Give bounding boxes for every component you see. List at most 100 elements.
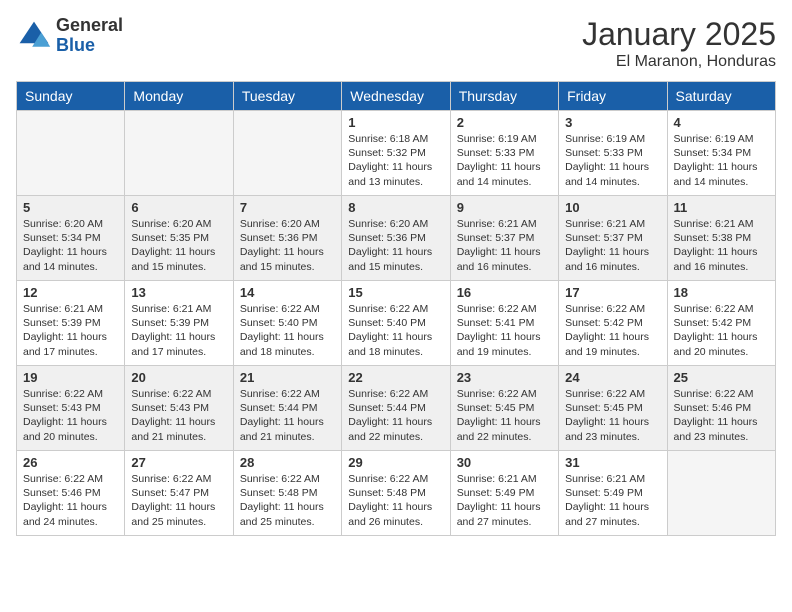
day-number: 15 <box>348 285 443 300</box>
day-info: Sunrise: 6:22 AM Sunset: 5:45 PM Dayligh… <box>457 387 552 444</box>
day-number: 28 <box>240 455 335 470</box>
header-saturday: Saturday <box>667 82 775 111</box>
day-number: 19 <box>23 370 118 385</box>
day-info: Sunrise: 6:22 AM Sunset: 5:42 PM Dayligh… <box>565 302 660 359</box>
logo: General Blue <box>16 16 123 56</box>
logo-general: General <box>56 16 123 36</box>
day-cell: 25 Sunrise: 6:22 AM Sunset: 5:46 PM Dayli… <box>667 366 775 451</box>
day-info: Sunrise: 6:21 AM Sunset: 5:49 PM Dayligh… <box>565 472 660 529</box>
day-cell: 22 Sunrise: 6:22 AM Sunset: 5:44 PM Dayli… <box>342 366 450 451</box>
day-cell: 26 Sunrise: 6:22 AM Sunset: 5:46 PM Dayli… <box>17 451 125 536</box>
day-number: 10 <box>565 200 660 215</box>
header-monday: Monday <box>125 82 233 111</box>
week-row-4: 19 Sunrise: 6:22 AM Sunset: 5:43 PM Dayli… <box>17 366 776 451</box>
week-row-5: 26 Sunrise: 6:22 AM Sunset: 5:46 PM Dayli… <box>17 451 776 536</box>
day-info: Sunrise: 6:22 AM Sunset: 5:43 PM Dayligh… <box>131 387 226 444</box>
day-info: Sunrise: 6:22 AM Sunset: 5:42 PM Dayligh… <box>674 302 769 359</box>
day-info: Sunrise: 6:22 AM Sunset: 5:43 PM Dayligh… <box>23 387 118 444</box>
day-number: 8 <box>348 200 443 215</box>
day-cell: 11Sunrise: 6:21 AM Sunset: 5:38 PM Dayli… <box>667 196 775 281</box>
day-number: 7 <box>240 200 335 215</box>
header-sunday: Sunday <box>17 82 125 111</box>
day-info: Sunrise: 6:22 AM Sunset: 5:40 PM Dayligh… <box>348 302 443 359</box>
day-number: 22 <box>348 370 443 385</box>
header-row: SundayMondayTuesdayWednesdayThursdayFrid… <box>17 82 776 111</box>
day-cell: 8Sunrise: 6:20 AM Sunset: 5:36 PM Daylig… <box>342 196 450 281</box>
day-cell: 7 Sunrise: 6:20 AM Sunset: 5:36 PM Daylig… <box>233 196 341 281</box>
day-cell <box>233 111 341 196</box>
day-info: Sunrise: 6:20 AM Sunset: 5:35 PM Dayligh… <box>131 217 226 274</box>
day-cell: 15 Sunrise: 6:22 AM Sunset: 5:40 PM Dayli… <box>342 281 450 366</box>
day-cell: 13Sunrise: 6:21 AM Sunset: 5:39 PM Dayli… <box>125 281 233 366</box>
day-cell: 19 Sunrise: 6:22 AM Sunset: 5:43 PM Dayli… <box>17 366 125 451</box>
day-info: Sunrise: 6:21 AM Sunset: 5:38 PM Dayligh… <box>674 217 769 274</box>
day-number: 13 <box>131 285 226 300</box>
calendar-title: January 2025 <box>582 16 776 53</box>
day-cell: 1 Sunrise: 6:18 AM Sunset: 5:32 PM Daylig… <box>342 111 450 196</box>
day-number: 21 <box>240 370 335 385</box>
day-info: Sunrise: 6:21 AM Sunset: 5:37 PM Dayligh… <box>565 217 660 274</box>
week-row-1: 1 Sunrise: 6:18 AM Sunset: 5:32 PM Daylig… <box>17 111 776 196</box>
calendar-subtitle: El Maranon, Honduras <box>582 53 776 71</box>
day-cell: 28Sunrise: 6:22 AM Sunset: 5:48 PM Dayli… <box>233 451 341 536</box>
day-number: 27 <box>131 455 226 470</box>
header-thursday: Thursday <box>450 82 558 111</box>
header-friday: Friday <box>559 82 667 111</box>
day-info: Sunrise: 6:20 AM Sunset: 5:34 PM Dayligh… <box>23 217 118 274</box>
day-number: 5 <box>23 200 118 215</box>
day-number: 17 <box>565 285 660 300</box>
week-row-3: 12Sunrise: 6:21 AM Sunset: 5:39 PM Dayli… <box>17 281 776 366</box>
day-number: 14 <box>240 285 335 300</box>
day-cell: 10 Sunrise: 6:21 AM Sunset: 5:37 PM Dayli… <box>559 196 667 281</box>
day-cell: 16Sunrise: 6:22 AM Sunset: 5:41 PM Dayli… <box>450 281 558 366</box>
day-info: Sunrise: 6:22 AM Sunset: 5:48 PM Dayligh… <box>348 472 443 529</box>
day-info: Sunrise: 6:22 AM Sunset: 5:40 PM Dayligh… <box>240 302 335 359</box>
calendar-body: 1 Sunrise: 6:18 AM Sunset: 5:32 PM Daylig… <box>17 111 776 536</box>
day-number: 1 <box>348 115 443 130</box>
logo-icon <box>16 18 52 54</box>
day-cell: 5 Sunrise: 6:20 AM Sunset: 5:34 PM Daylig… <box>17 196 125 281</box>
day-cell: 23 Sunrise: 6:22 AM Sunset: 5:45 PM Dayli… <box>450 366 558 451</box>
day-cell: 24Sunrise: 6:22 AM Sunset: 5:45 PM Dayli… <box>559 366 667 451</box>
day-number: 16 <box>457 285 552 300</box>
day-cell: 3Sunrise: 6:19 AM Sunset: 5:33 PM Daylig… <box>559 111 667 196</box>
day-cell: 31 Sunrise: 6:21 AM Sunset: 5:49 PM Dayli… <box>559 451 667 536</box>
day-cell: 18 Sunrise: 6:22 AM Sunset: 5:42 PM Dayli… <box>667 281 775 366</box>
day-cell: 6 Sunrise: 6:20 AM Sunset: 5:35 PM Daylig… <box>125 196 233 281</box>
day-info: Sunrise: 6:22 AM Sunset: 5:47 PM Dayligh… <box>131 472 226 529</box>
day-cell: 20 Sunrise: 6:22 AM Sunset: 5:43 PM Dayli… <box>125 366 233 451</box>
day-cell: 17 Sunrise: 6:22 AM Sunset: 5:42 PM Dayli… <box>559 281 667 366</box>
day-cell: 21 Sunrise: 6:22 AM Sunset: 5:44 PM Dayli… <box>233 366 341 451</box>
day-info: Sunrise: 6:21 AM Sunset: 5:49 PM Dayligh… <box>457 472 552 529</box>
day-info: Sunrise: 6:20 AM Sunset: 5:36 PM Dayligh… <box>240 217 335 274</box>
day-number: 31 <box>565 455 660 470</box>
day-number: 29 <box>348 455 443 470</box>
day-info: Sunrise: 6:22 AM Sunset: 5:46 PM Dayligh… <box>23 472 118 529</box>
day-info: Sunrise: 6:22 AM Sunset: 5:46 PM Dayligh… <box>674 387 769 444</box>
day-number: 26 <box>23 455 118 470</box>
day-info: Sunrise: 6:22 AM Sunset: 5:44 PM Dayligh… <box>240 387 335 444</box>
day-number: 23 <box>457 370 552 385</box>
page-header: General Blue January 2025 El Maranon, Ho… <box>16 16 776 71</box>
day-number: 20 <box>131 370 226 385</box>
day-cell: 4Sunrise: 6:19 AM Sunset: 5:34 PM Daylig… <box>667 111 775 196</box>
day-cell: 27 Sunrise: 6:22 AM Sunset: 5:47 PM Dayli… <box>125 451 233 536</box>
day-number: 6 <box>131 200 226 215</box>
day-info: Sunrise: 6:18 AM Sunset: 5:32 PM Dayligh… <box>348 132 443 189</box>
day-number: 18 <box>674 285 769 300</box>
week-row-2: 5 Sunrise: 6:20 AM Sunset: 5:34 PM Daylig… <box>17 196 776 281</box>
day-number: 25 <box>674 370 769 385</box>
header-tuesday: Tuesday <box>233 82 341 111</box>
day-info: Sunrise: 6:19 AM Sunset: 5:33 PM Dayligh… <box>457 132 552 189</box>
day-number: 3 <box>565 115 660 130</box>
day-number: 4 <box>674 115 769 130</box>
day-number: 30 <box>457 455 552 470</box>
day-cell: 30 Sunrise: 6:21 AM Sunset: 5:49 PM Dayli… <box>450 451 558 536</box>
day-number: 2 <box>457 115 552 130</box>
day-number: 12 <box>23 285 118 300</box>
day-cell: 2 Sunrise: 6:19 AM Sunset: 5:33 PM Daylig… <box>450 111 558 196</box>
day-info: Sunrise: 6:22 AM Sunset: 5:44 PM Dayligh… <box>348 387 443 444</box>
day-info: Sunrise: 6:21 AM Sunset: 5:37 PM Dayligh… <box>457 217 552 274</box>
day-cell: 29 Sunrise: 6:22 AM Sunset: 5:48 PM Dayli… <box>342 451 450 536</box>
day-info: Sunrise: 6:22 AM Sunset: 5:45 PM Dayligh… <box>565 387 660 444</box>
